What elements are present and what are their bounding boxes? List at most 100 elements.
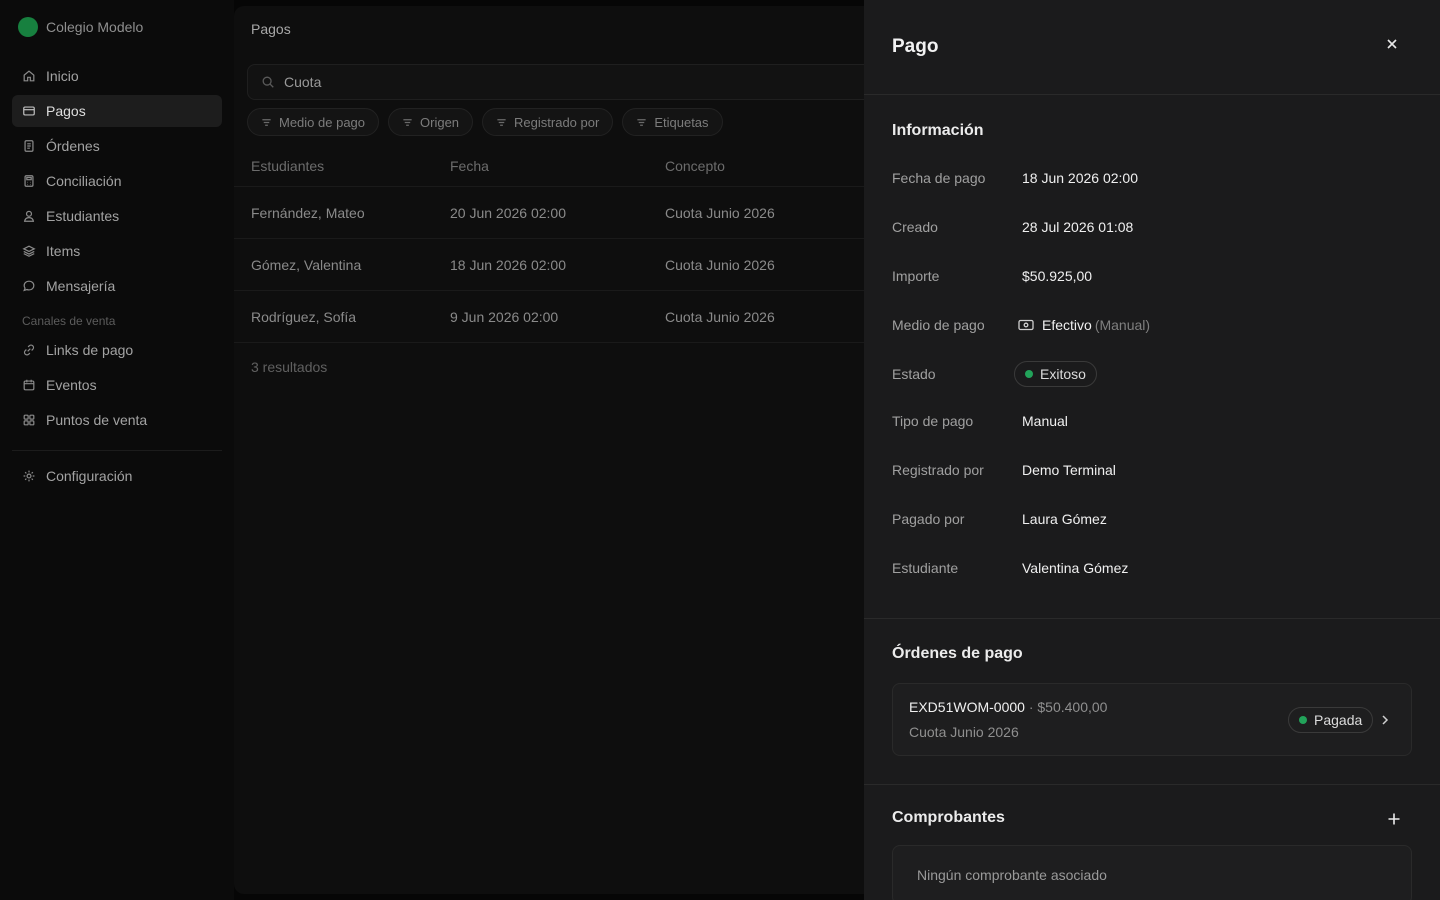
grid-icon xyxy=(23,414,35,426)
filter-bar: Medio de pago Origen Registrado por Etiq… xyxy=(247,108,723,136)
link-icon xyxy=(23,344,35,356)
sidebar-item-label: Configuración xyxy=(46,468,133,484)
table-row[interactable]: Rodríguez, Sofía 9 Jun 2026 02:00 Cuota … xyxy=(234,291,874,343)
column-header-estudiantes[interactable]: Estudiantes xyxy=(234,158,450,174)
order-card[interactable]: EXD51WOM-0000 · $50.400,00 Cuota Junio 2… xyxy=(892,683,1412,756)
results-count: 3 resultados xyxy=(251,359,328,375)
table-row[interactable]: Fernández, Mateo 20 Jun 2026 02:00 Cuota… xyxy=(234,187,874,239)
plus-icon[interactable] xyxy=(1386,811,1402,827)
status-dot xyxy=(1299,716,1307,724)
info-value: Efectivo (Manual) xyxy=(1018,317,1150,333)
sidebar-item-ordenes[interactable]: Órdenes xyxy=(12,130,222,162)
order-status-label: Pagada xyxy=(1314,712,1363,728)
payment-drawer: Pago Información Fecha de pago 18 Jun 20… xyxy=(864,0,1440,900)
table-header: Estudiantes Fecha Concepto xyxy=(234,146,874,187)
brand-logo xyxy=(18,17,38,37)
search-icon xyxy=(262,76,274,88)
info-label: Creado xyxy=(892,219,938,235)
sidebar-section-label: Canales de venta xyxy=(22,314,116,328)
table-cell-fecha: 20 Jun 2026 02:00 xyxy=(450,204,566,221)
filter-registrado-por[interactable]: Registrado por xyxy=(482,108,614,136)
info-value: 18 Jun 2026 02:00 xyxy=(1022,170,1138,186)
info-value: Valentina Gómez xyxy=(1022,560,1129,576)
brand-name: Colegio Modelo xyxy=(46,19,144,35)
payment-method: Efectivo xyxy=(1042,317,1092,333)
filter-etiquetas[interactable]: Etiquetas xyxy=(622,108,723,136)
info-row-estudiante: Estudiante Valentina Gómez xyxy=(892,556,1128,580)
sidebar-item-configuracion[interactable]: Configuración xyxy=(12,460,222,492)
sidebar-item-label: Links de pago xyxy=(46,342,134,358)
drawer-title: Pago xyxy=(892,36,939,57)
sidebar-item-eventos[interactable]: Eventos xyxy=(12,369,222,401)
info-row-medio-de-pago: Medio de pago Efectivo (Manual) xyxy=(892,313,1150,337)
search-bar[interactable] xyxy=(247,64,874,100)
info-row-importe: Importe $50.925,00 xyxy=(892,264,1092,288)
close-button[interactable] xyxy=(1380,34,1404,54)
sidebar-item-label: Items xyxy=(46,243,81,259)
sidebar-item-label: Mensajería xyxy=(46,278,116,294)
filter-origen[interactable]: Origen xyxy=(388,108,474,136)
chevron-right-icon[interactable] xyxy=(1381,714,1389,726)
sidebar-item-inicio[interactable]: Inicio xyxy=(12,60,222,92)
table-cell-concepto: Cuota Junio 2026 xyxy=(665,256,775,273)
sidebar-item-label: Inicio xyxy=(46,68,79,84)
info-label: Tipo de pago xyxy=(892,413,974,429)
info-row-estado: Estado Exitoso xyxy=(892,361,1097,387)
info-value: Laura Gómez xyxy=(1022,511,1107,527)
filter-label: Medio de pago xyxy=(279,114,366,130)
filter-icon xyxy=(637,118,646,126)
table-row[interactable]: Gómez, Valentina 18 Jun 2026 02:00 Cuota… xyxy=(234,239,874,291)
info-section: Información Fecha de pago 18 Jun 2026 02… xyxy=(864,95,1440,619)
info-row-fecha-de-pago: Fecha de pago 18 Jun 2026 02:00 xyxy=(892,166,1138,190)
info-value: Manual xyxy=(1022,413,1068,429)
card-icon xyxy=(23,106,35,116)
sidebar: Colegio Modelo Inicio Pagos Órdenes Conc… xyxy=(0,0,234,900)
sidebar-item-mensajeria[interactable]: Mensajería xyxy=(12,270,222,302)
sidebar-item-puntos-de-venta[interactable]: Puntos de venta xyxy=(12,404,222,436)
column-header-concepto[interactable]: Concepto xyxy=(665,158,874,174)
sidebar-item-label: Eventos xyxy=(46,377,97,393)
table-cell-fecha: 9 Jun 2026 02:00 xyxy=(450,308,559,325)
info-label: Registrado por xyxy=(892,462,984,478)
info-row-tipo-de-pago: Tipo de pago Manual xyxy=(892,409,1068,433)
home-icon xyxy=(23,70,35,82)
filter-icon xyxy=(497,118,506,126)
sidebar-item-conciliacion[interactable]: Conciliación xyxy=(12,165,222,197)
sidebar-item-estudiantes[interactable]: Estudiantes xyxy=(12,200,222,232)
sidebar-item-pagos[interactable]: Pagos xyxy=(12,95,222,127)
info-label: Fecha de pago xyxy=(892,170,986,186)
payments-table: Estudiantes Fecha Concepto Fernández, Ma… xyxy=(234,146,874,343)
order-amount: $50.400,00 xyxy=(1037,699,1108,715)
sidebar-item-items[interactable]: Items xyxy=(12,235,222,267)
info-row-pagado-por: Pagado por Laura Gómez xyxy=(892,507,1107,531)
gear-icon xyxy=(23,470,35,482)
filter-label: Origen xyxy=(420,114,460,130)
info-section-title: Información xyxy=(892,122,984,139)
calculator-icon xyxy=(24,175,34,187)
sidebar-item-label: Órdenes xyxy=(46,138,100,154)
ordenes-section: Órdenes de pago EXD51WOM-0000 · $50.400,… xyxy=(864,619,1440,785)
chat-icon xyxy=(23,280,35,292)
filter-icon xyxy=(262,118,271,126)
sidebar-item-links-de-pago[interactable]: Links de pago xyxy=(12,334,222,366)
search-input[interactable] xyxy=(284,74,844,90)
info-label: Medio de pago xyxy=(892,317,985,333)
info-row-registrado-por: Registrado por Demo Terminal xyxy=(892,458,1116,482)
sidebar-item-label: Estudiantes xyxy=(46,208,120,224)
page-title: Pagos xyxy=(251,21,291,37)
column-header-fecha[interactable]: Fecha xyxy=(450,158,665,174)
info-label: Importe xyxy=(892,268,940,284)
info-value: Demo Terminal xyxy=(1022,462,1116,478)
table-cell-fecha: 18 Jun 2026 02:00 xyxy=(450,256,566,273)
app: Colegio Modelo Inicio Pagos Órdenes Conc… xyxy=(0,0,1440,900)
main-panel: Pagos Medio de pago Origen Registrado po… xyxy=(234,6,874,894)
status-badge: Exitoso xyxy=(1014,361,1097,387)
filter-medio-de-pago[interactable]: Medio de pago xyxy=(247,108,380,136)
drawer-header: Pago xyxy=(864,0,1440,95)
filter-icon xyxy=(403,118,412,126)
brand[interactable]: Colegio Modelo xyxy=(18,17,143,37)
order-summary: EXD51WOM-0000 · $50.400,00 xyxy=(909,699,1107,715)
table-cell-concepto: Cuota Junio 2026 xyxy=(665,308,775,325)
cash-icon xyxy=(1018,319,1034,331)
order-status-badge: Pagada xyxy=(1288,707,1374,733)
